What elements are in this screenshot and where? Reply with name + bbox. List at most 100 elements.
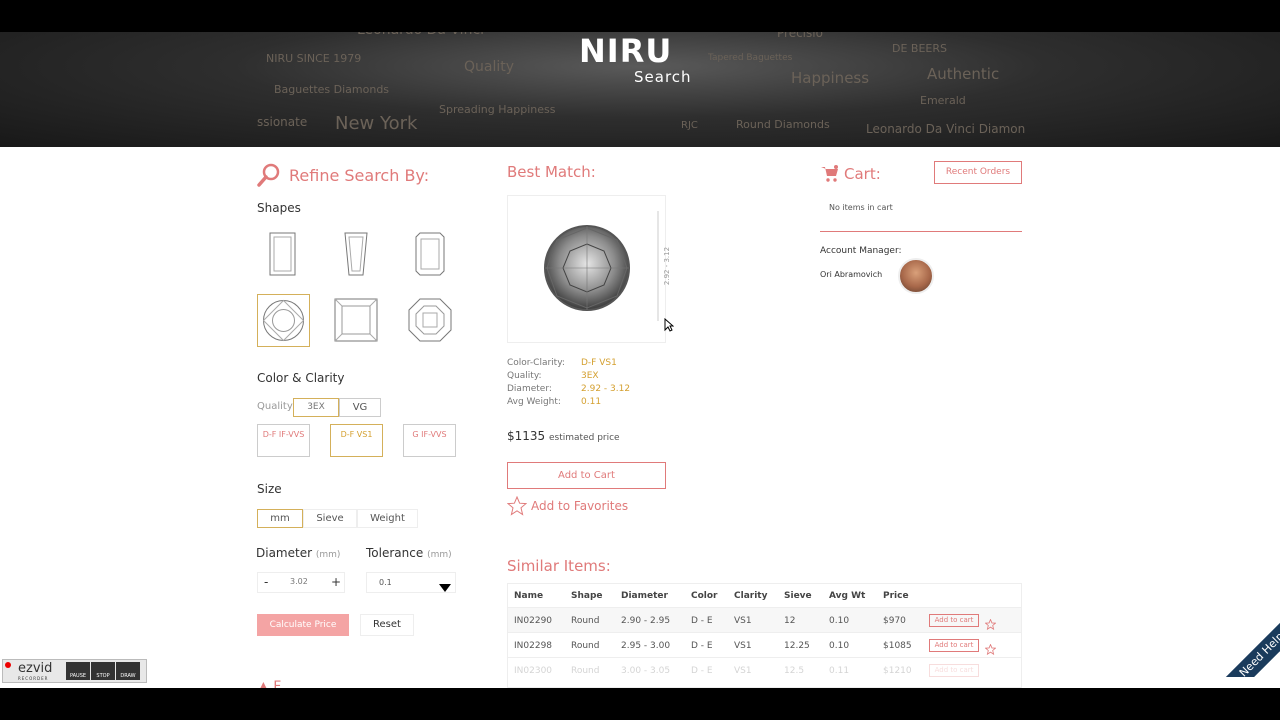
star-icon[interactable] <box>984 640 997 659</box>
cart-divider <box>820 231 1022 232</box>
hero-word: Quality <box>464 59 515 75</box>
col-clarity: Clarity <box>734 591 768 601</box>
avatar <box>898 258 934 294</box>
quality-label: Quality <box>257 401 293 412</box>
cart-title: Cart: <box>844 165 881 183</box>
star-icon <box>506 495 528 520</box>
quality-option-3ex[interactable]: 3EX <box>293 398 339 417</box>
col-avg-wt: Avg Wt <box>829 591 866 601</box>
table-row: IN02300 Round 3.00 - 3.05 D - E VS1 12.5… <box>508 658 1021 683</box>
size-option-mm[interactable]: mm <box>257 509 303 528</box>
diameter-label: Diameter (mm) <box>256 546 340 560</box>
row-add-to-cart-button[interactable]: Add to cart <box>929 639 979 652</box>
cell-avg: 0.11 <box>829 666 850 676</box>
cell-diameter: 2.95 - 3.00 <box>621 641 671 651</box>
chevron-down-icon <box>439 578 451 597</box>
niru-logo[interactable]: NIRU <box>579 32 672 70</box>
hero-word: Round Diamonds <box>736 118 830 131</box>
size-option-weight[interactable]: Weight <box>357 509 418 528</box>
hero-word: Spreading Happiness <box>439 103 556 116</box>
draw-button[interactable]: DRAW <box>116 662 140 680</box>
diamond-image: 2.92 - 3.12 <box>507 195 671 343</box>
table-row: IN02290 Round 2.90 - 2.95 D - E VS1 12 0… <box>508 608 1021 633</box>
add-to-cart-button[interactable]: Add to Cart <box>507 462 666 489</box>
hero-word: New York <box>335 113 418 134</box>
size-option-sieve[interactable]: Sieve <box>303 509 357 528</box>
need-help-label: Need Help <box>1212 607 1280 677</box>
detail-key: Diameter: <box>507 384 552 394</box>
diameter-input[interactable]: 3.02 <box>290 577 308 586</box>
stop-button[interactable]: STOP <box>91 662 115 680</box>
shape-emerald[interactable] <box>407 229 453 279</box>
shape-asscher[interactable] <box>406 295 454 345</box>
diameter-minus-button[interactable]: - <box>264 575 268 589</box>
hero-word: Emerald <box>920 94 966 107</box>
recent-orders-button[interactable]: Recent Orders <box>934 161 1022 184</box>
shape-baguette[interactable] <box>260 229 306 279</box>
hero-word: DE BEERS <box>892 42 947 55</box>
cell-diameter: 2.90 - 2.95 <box>621 616 671 626</box>
color-clarity-label: Color & Clarity <box>257 371 345 385</box>
tolerance-value: 0.1 <box>379 578 392 587</box>
hero-word: Happiness <box>791 69 870 87</box>
table-row: IN02298 Round 2.95 - 3.00 D - E VS1 12.2… <box>508 633 1021 658</box>
hero-word: ssionate <box>257 115 308 129</box>
hero-banner: Leonardo Da Vinci Precisio NIRU SINCE 19… <box>0 32 1280 147</box>
diameter-plus-button[interactable]: + <box>331 575 341 589</box>
estimated-price: $1135 estimated price <box>507 429 620 443</box>
row-add-to-cart-button[interactable]: Add to cart <box>929 664 979 677</box>
cell-price: $1210 <box>883 666 912 676</box>
cell-avg: 0.10 <box>829 641 850 651</box>
diameter-stepper: - 3.02 + <box>257 572 345 593</box>
cell-sieve: 12.25 <box>784 641 810 651</box>
cell-avg: 0.10 <box>829 616 850 626</box>
hero-word: Tapered Baguettes <box>708 53 793 63</box>
similar-items-table: Name Shape Diameter Color Clarity Sieve … <box>507 583 1022 688</box>
col-color: Color <box>691 591 718 601</box>
hero-word: NIRU SINCE 1979 <box>266 52 362 65</box>
diameter-dimension-label: 2.92 - 3.12 <box>663 246 672 286</box>
cell-clarity: VS1 <box>734 666 752 676</box>
hero-word: Baguettes Diamonds <box>274 83 390 96</box>
cell-name: IN02298 <box>514 641 553 651</box>
pause-button[interactable]: PAUSE <box>66 662 90 680</box>
account-manager-label: Account Manager: <box>820 246 902 256</box>
cell-diameter: 3.00 - 3.05 <box>621 666 671 676</box>
tolerance-unit: (mm) <box>427 550 452 560</box>
cell-color: D - E <box>691 666 713 676</box>
shape-tapered-baguette[interactable] <box>333 229 379 279</box>
recorder-widget: ezvid RECORDER PAUSE STOP DRAW <box>2 659 147 683</box>
hero-word: RJC <box>681 120 698 131</box>
clarity-option-g-ifvvs[interactable]: G IF-VVS <box>403 424 456 457</box>
cell-color: D - E <box>691 616 713 626</box>
add-to-favorites-label: Add to Favorites <box>531 499 629 513</box>
tolerance-select[interactable]: 0.1 <box>366 572 456 593</box>
star-icon[interactable] <box>984 615 997 634</box>
diameter-unit: (mm) <box>315 550 341 560</box>
record-indicator-icon <box>5 662 11 668</box>
cell-name: IN02300 <box>514 666 553 676</box>
cart-empty-text: No items in cart <box>829 203 893 212</box>
detail-value: D-F VS1 <box>581 358 617 368</box>
cell-sieve: 12 <box>784 616 796 626</box>
clarity-option-df-vs1[interactable]: D-F VS1 <box>330 424 383 457</box>
need-help-ribbon[interactable]: Need Help <box>1212 607 1280 677</box>
calculate-price-button[interactable]: Calculate Price <box>257 614 349 636</box>
col-price: Price <box>883 591 909 601</box>
shape-princess[interactable] <box>332 295 380 345</box>
cell-price: $1085 <box>883 641 912 651</box>
best-match-title: Best Match: <box>507 163 596 181</box>
search-page: Refine Search By: Shapes Color & Clarity… <box>0 147 1280 688</box>
account-manager-name: Ori Abramovich <box>820 270 883 279</box>
shapes-label: Shapes <box>257 201 301 215</box>
row-add-to-cart-button[interactable]: Add to cart <box>929 614 979 627</box>
shape-round-selected[interactable] <box>257 294 310 347</box>
clarity-option-df-ifvvs[interactable]: D-F IF-VVS <box>257 424 310 457</box>
screen-bottom-bar <box>0 688 1280 720</box>
price-note: estimated price <box>549 433 620 443</box>
cell-shape: Round <box>571 641 600 651</box>
cell-shape: Round <box>571 616 600 626</box>
quality-option-vg[interactable]: VG <box>339 398 381 417</box>
detail-value: 2.92 - 3.12 <box>581 384 631 394</box>
reset-button[interactable]: Reset <box>360 614 414 636</box>
